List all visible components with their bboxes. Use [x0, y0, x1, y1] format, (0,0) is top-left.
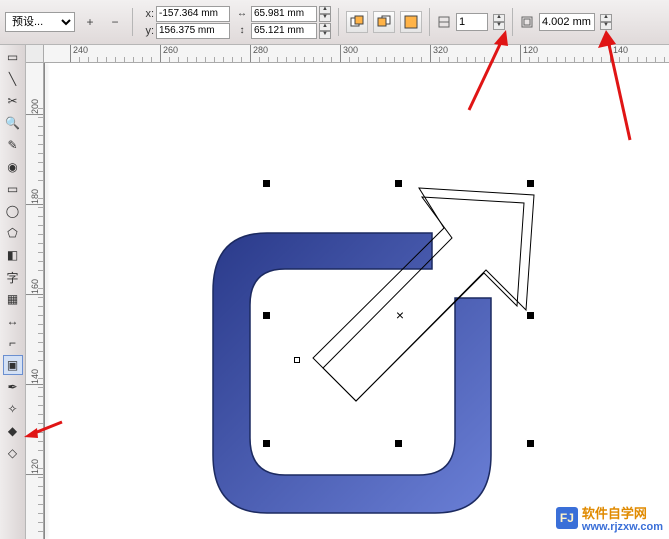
origin-marker — [294, 357, 300, 363]
fill-tool[interactable]: ◆ — [3, 421, 23, 441]
add-preset-icon[interactable]: + — [80, 12, 100, 32]
outline-tool[interactable]: ✧ — [3, 399, 23, 419]
rectangle-tool[interactable]: ▭ — [3, 179, 23, 199]
left-toolbox: ▭╲✂🔍✎◉▭◯⬠◧字▦↔⌐▣✒✧◆◇ — [0, 45, 26, 539]
preset-select[interactable]: 预设... — [5, 12, 75, 32]
selection-handle[interactable] — [395, 440, 402, 447]
ellipse-tool[interactable]: ◯ — [3, 201, 23, 221]
polygon-tool[interactable]: ⬠ — [3, 223, 23, 243]
height-icon: ↕ — [235, 24, 249, 38]
smart-fill-tool[interactable]: ◉ — [3, 157, 23, 177]
steps-spinner[interactable]: ▲▼ — [493, 14, 505, 30]
width-input[interactable] — [251, 6, 317, 22]
width-spinner[interactable]: ▲▼ — [319, 6, 331, 22]
selection-handle[interactable] — [263, 180, 270, 187]
freehand-tool[interactable]: ✎ — [3, 135, 23, 155]
offset-spinner[interactable]: ▲▼ — [600, 14, 612, 30]
position-block: x: y: — [140, 6, 230, 39]
to-back-button[interactable] — [373, 11, 395, 33]
x-label: x: — [140, 8, 154, 20]
crop-tool[interactable]: ✂ — [3, 91, 23, 111]
selection-center-icon: × — [396, 307, 404, 323]
divider — [429, 8, 430, 36]
offset-icon — [520, 15, 534, 29]
divider — [132, 8, 133, 36]
steps-input[interactable] — [456, 13, 488, 31]
watermark-logo: FJ — [556, 507, 578, 529]
text-tool[interactable]: 字 — [3, 267, 23, 287]
to-front-button[interactable] — [346, 11, 368, 33]
horizontal-ruler: 240260280300320120140 — [26, 45, 669, 63]
divider — [512, 8, 513, 36]
divider — [338, 8, 339, 36]
table-tool[interactable]: ▦ — [3, 289, 23, 309]
watermark: FJ 软件自学网 www.rjzxw.com — [556, 503, 663, 533]
y-input[interactable] — [156, 23, 230, 39]
effects-tool[interactable]: ▣ — [3, 355, 23, 375]
canvas[interactable]: × FJ 软件自学网 www.rjzxw.com — [44, 63, 669, 539]
selection-handle[interactable] — [527, 180, 534, 187]
selection-handle[interactable] — [263, 440, 270, 447]
steps-icon — [437, 15, 451, 29]
size-block: ↔ ▲▼ ↕ ▲▼ — [235, 6, 331, 39]
height-input[interactable] — [251, 23, 317, 39]
vertical-ruler: 200180160140120100 — [26, 63, 44, 539]
selection-handle[interactable] — [527, 312, 534, 319]
zoom-tool[interactable]: 🔍 — [3, 113, 23, 133]
watermark-title: 软件自学网 — [582, 506, 647, 521]
selection-handle[interactable] — [263, 312, 270, 319]
offset-input[interactable] — [539, 13, 595, 31]
width-icon: ↔ — [235, 7, 249, 21]
dimension-tool[interactable]: ↔ — [3, 311, 23, 331]
selection-handle[interactable] — [527, 440, 534, 447]
basic-shapes-tool[interactable]: ◧ — [3, 245, 23, 265]
y-label: y: — [140, 25, 154, 37]
page-edge — [44, 63, 45, 539]
selection-handle[interactable] — [395, 180, 402, 187]
eyedropper-tool[interactable]: ✒ — [3, 377, 23, 397]
height-spinner[interactable]: ▲▼ — [319, 23, 331, 39]
x-input[interactable] — [156, 6, 230, 22]
watermark-url: www.rjzxw.com — [582, 522, 663, 533]
top-toolbar: 预设... + − x: y: ↔ ▲▼ ↕ ▲▼ — [0, 0, 669, 45]
connector-tool[interactable]: ⌐ — [3, 333, 23, 353]
remove-preset-icon[interactable]: − — [105, 12, 125, 32]
pick-tool[interactable]: ▭ — [3, 47, 23, 67]
shape-tool[interactable]: ╲ — [3, 69, 23, 89]
arrow-outline-shape[interactable] — [264, 173, 554, 463]
arrange-button[interactable] — [400, 11, 422, 33]
ruler-corner — [26, 45, 44, 63]
interactive-fill[interactable]: ◇ — [3, 443, 23, 463]
